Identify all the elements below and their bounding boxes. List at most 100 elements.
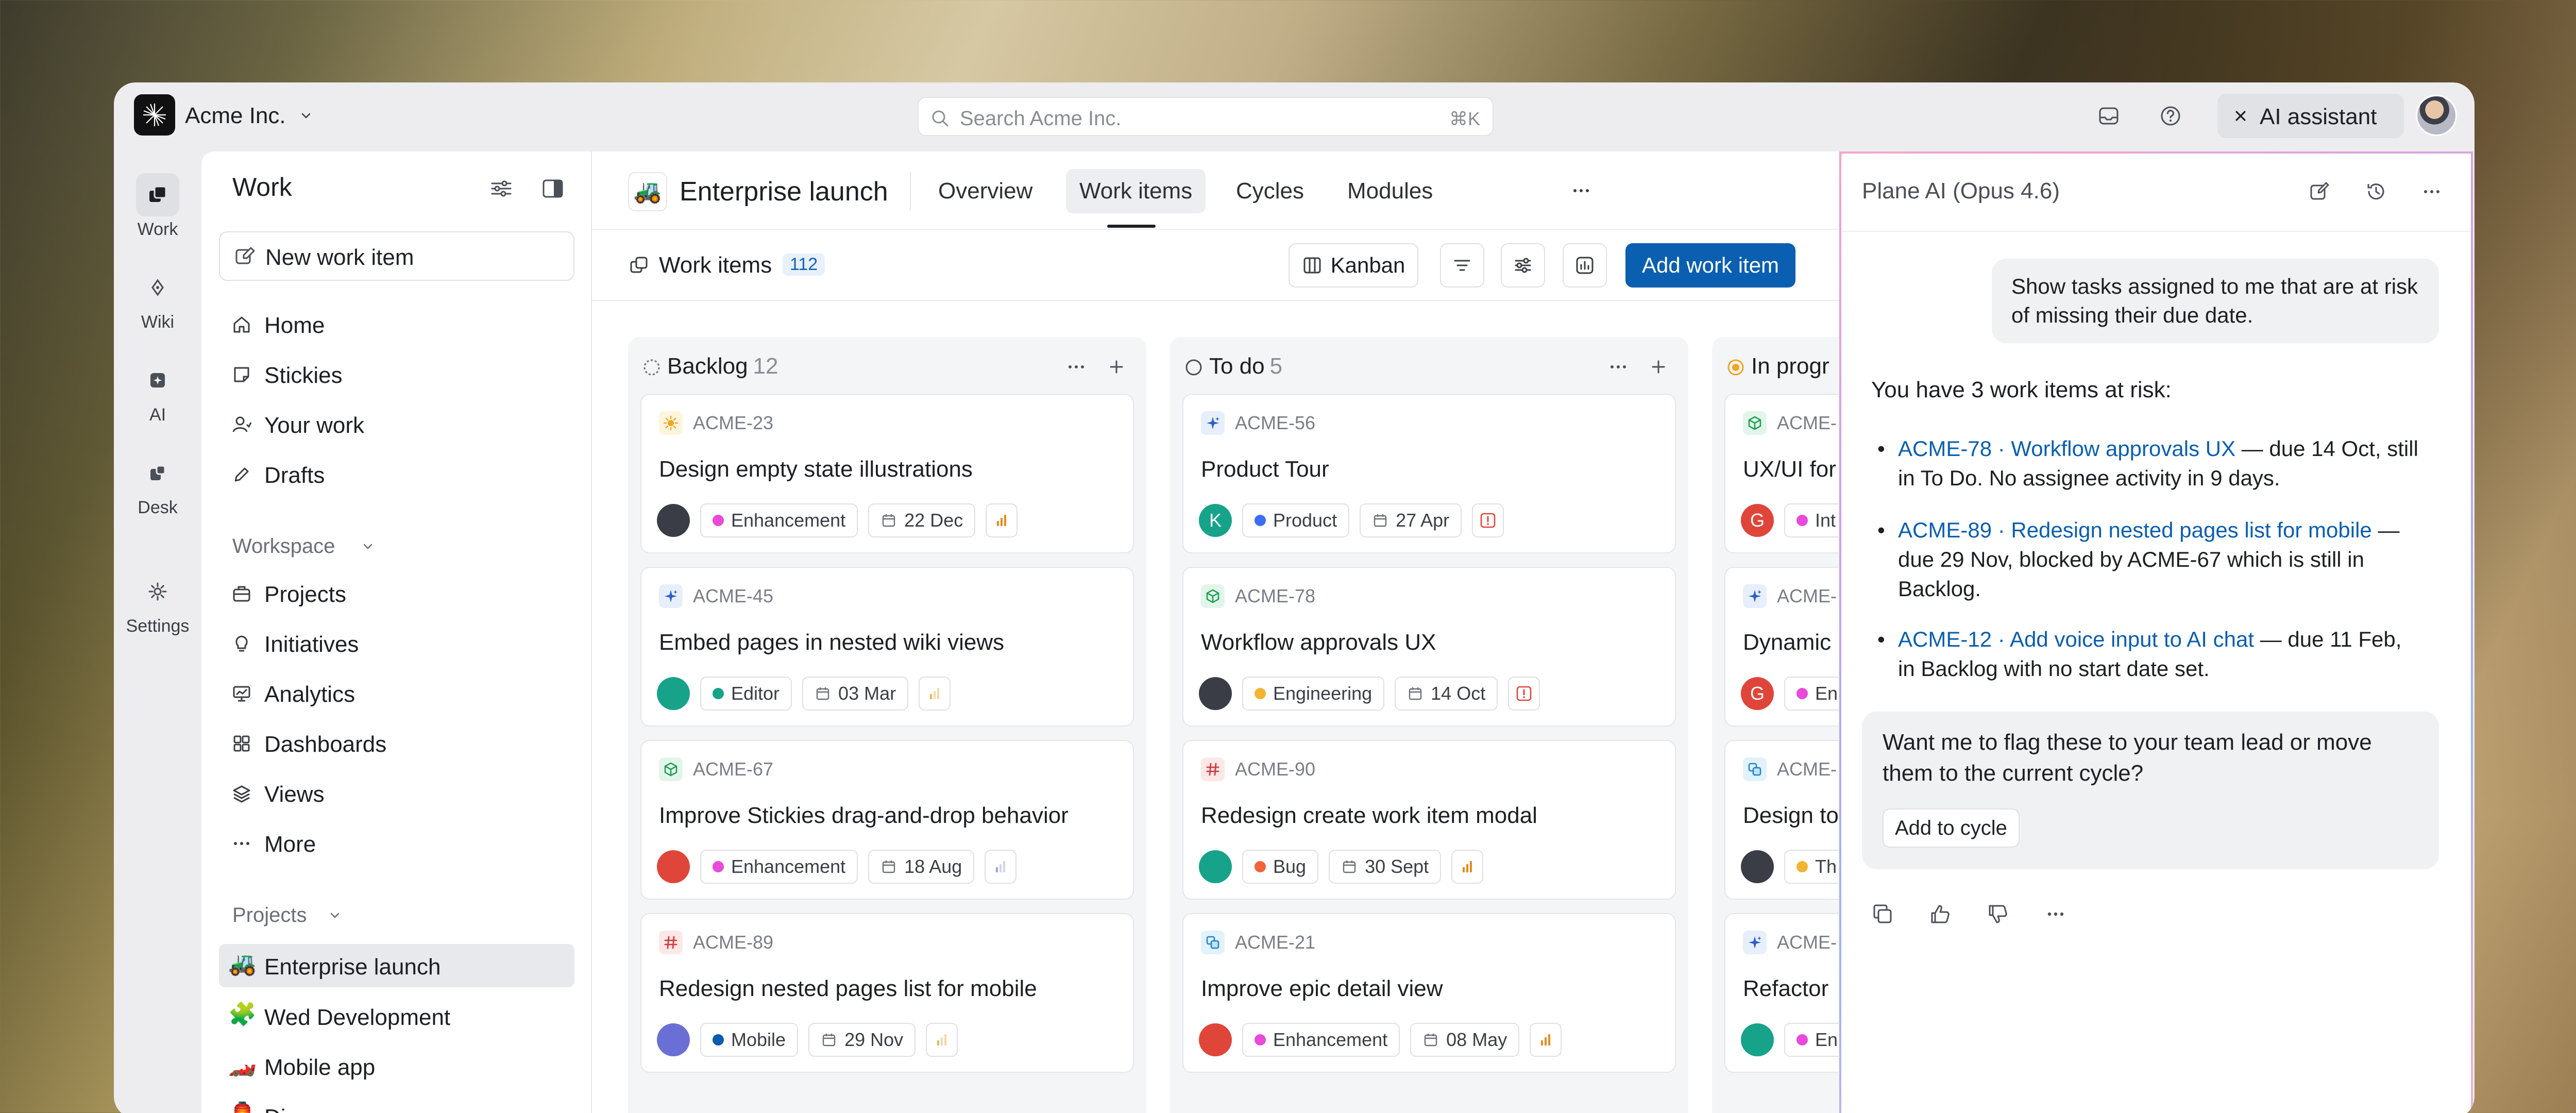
sidebar-item-views[interactable]: Views	[219, 774, 574, 812]
work-item-card[interactable]: ACME- Refactor En	[1724, 913, 1839, 1073]
help-icon[interactable]	[2156, 102, 2185, 130]
assignee-avatar[interactable]	[1741, 1023, 1774, 1056]
more-tabs-button[interactable]	[1563, 169, 1600, 213]
assignee-avatar[interactable]	[1199, 850, 1232, 883]
due-date-pill[interactable]: 14 Oct	[1395, 677, 1498, 711]
label-pill[interactable]: Engineering	[1242, 677, 1385, 711]
add-to-cycle-button[interactable]: Add to cycle	[1883, 808, 2020, 848]
label-pill[interactable]: Mobile	[700, 1023, 799, 1057]
project-title[interactable]: Enterprise launch	[680, 176, 888, 207]
assignee-avatar[interactable]: G	[1741, 504, 1774, 537]
sidebar-item-more[interactable]: More	[219, 824, 574, 862]
work-item-card[interactable]: ACME-21 Improve epic detail view Enhanceme…	[1182, 913, 1676, 1073]
user-avatar[interactable]	[2416, 95, 2457, 136]
assignee-avatar[interactable]	[657, 677, 690, 710]
copy-icon[interactable]	[1866, 898, 1899, 931]
thumbs-down-icon[interactable]	[1981, 898, 2014, 931]
assignee-avatar[interactable]	[1741, 850, 1774, 883]
label-pill[interactable]: Enhancement	[700, 503, 858, 537]
ai-assistant-button[interactable]: AI assistant	[2217, 94, 2404, 138]
label-pill[interactable]: Editor	[700, 677, 792, 711]
sidebar-toggle-icon[interactable]	[539, 175, 566, 202]
inbox-icon[interactable]	[2094, 102, 2123, 130]
work-item-card[interactable]: ACME- UX/UI for G Int	[1724, 394, 1839, 553]
filter-settings-icon[interactable]	[488, 175, 515, 202]
label-pill[interactable]: Enhancement	[1242, 1023, 1400, 1057]
analytics-button[interactable]	[1563, 243, 1607, 288]
work-item-card[interactable]: ACME-67 Improve Stickies drag-and-drop be…	[640, 740, 1134, 900]
filter-button[interactable]	[1440, 243, 1484, 288]
project-icon[interactable]: 🚜	[628, 172, 667, 211]
thumbs-up-icon[interactable]	[1924, 898, 1957, 931]
rail-item-work[interactable]: Work	[114, 173, 201, 240]
priority-button[interactable]	[926, 1023, 958, 1057]
plus-icon[interactable]	[1647, 356, 1670, 378]
sidebar-item-analytics[interactable]: Analytics	[219, 674, 574, 712]
sidebar-project-partial[interactable]: 🏮 Di...	[219, 1094, 574, 1113]
new-chat-icon[interactable]	[2305, 177, 2334, 206]
work-item-link[interactable]: ACME-89 · Redesign nested pages list for…	[1898, 518, 2372, 542]
rail-item-settings[interactable]: Settings	[114, 570, 201, 636]
work-item-card[interactable]: ACME-45 Embed pages in nested wiki views E…	[640, 567, 1134, 727]
org-name[interactable]: Acme Inc.	[185, 103, 286, 129]
due-date-pill[interactable]: 27 Apr	[1360, 503, 1462, 537]
sidebar-project-wed-development[interactable]: 🧩 Wed Development	[219, 994, 574, 1038]
due-date-pill[interactable]: 22 Dec	[868, 503, 976, 537]
work-item-card[interactable]: ACME-90 Redesign create work item modal Bu…	[1182, 740, 1676, 900]
assignee-avatar[interactable]: K	[1199, 504, 1232, 537]
work-item-link[interactable]: ACME-78 · Workflow approvals UX	[1898, 436, 2235, 461]
work-item-card[interactable]: ACME-78 Workflow approvals UX Engineering 1…	[1182, 567, 1676, 727]
ellipsis-icon[interactable]	[1065, 356, 1088, 378]
ellipsis-icon[interactable]	[1607, 356, 1630, 378]
work-item-card[interactable]: ACME- Design to Th	[1724, 740, 1839, 900]
sidebar-item-home[interactable]: Home	[219, 305, 574, 343]
tab-cycles[interactable]: Cycles	[1223, 169, 1317, 213]
label-pill[interactable]: Th	[1784, 850, 1839, 884]
org-logo[interactable]	[134, 94, 175, 136]
label-pill[interactable]: Product	[1242, 503, 1350, 537]
rail-item-ai[interactable]: AI	[114, 359, 201, 425]
assignee-avatar[interactable]	[1199, 677, 1232, 710]
plus-icon[interactable]	[1105, 356, 1128, 378]
work-item-card[interactable]: ACME- Dynamic G En	[1724, 567, 1839, 727]
sidebar-item-initiatives[interactable]: Initiatives	[219, 624, 574, 662]
display-settings-button[interactable]	[1501, 243, 1545, 288]
priority-button[interactable]	[1530, 1023, 1562, 1057]
sidebar-item-your-work[interactable]: Your work	[219, 405, 574, 443]
rail-item-desk[interactable]: Desk	[114, 451, 201, 518]
assignee-avatar[interactable]	[657, 1023, 690, 1056]
projects-section-header[interactable]: Projects	[232, 904, 340, 927]
priority-button[interactable]	[985, 850, 1017, 884]
label-pill[interactable]: En	[1784, 1023, 1839, 1057]
sidebar-item-drafts[interactable]: Drafts	[219, 455, 574, 493]
due-date-pill[interactable]: 03 Mar	[802, 677, 909, 711]
chevron-down-icon[interactable]	[299, 109, 313, 123]
label-pill[interactable]: Int	[1784, 503, 1839, 537]
new-work-item-button[interactable]: New work item	[219, 231, 574, 281]
search-input[interactable]: Search Acme Inc. ⌘K	[918, 97, 1494, 136]
workspace-section-header[interactable]: Workspace	[232, 535, 372, 558]
assignee-avatar[interactable]	[657, 850, 690, 883]
more-options-icon[interactable]	[2417, 177, 2446, 206]
priority-button[interactable]	[1508, 677, 1540, 711]
history-icon[interactable]	[2362, 177, 2391, 206]
due-date-pill[interactable]: 29 Nov	[808, 1023, 916, 1057]
label-pill[interactable]: En	[1784, 677, 1839, 711]
sidebar-item-stickies[interactable]: Stickies	[219, 355, 574, 393]
priority-button[interactable]	[1472, 503, 1504, 537]
work-item-card[interactable]: ACME-89 Redesign nested pages list for mo…	[640, 913, 1134, 1073]
due-date-pill[interactable]: 30 Sept	[1329, 850, 1442, 884]
work-item-link[interactable]: ACME-12 · Add voice input to AI chat	[1898, 627, 2254, 651]
assignee-avatar[interactable]	[657, 504, 690, 537]
label-pill[interactable]: Enhancement	[700, 850, 858, 884]
priority-button[interactable]	[986, 503, 1018, 537]
more-options-icon[interactable]	[2039, 898, 2072, 931]
sidebar-project-mobile-app[interactable]: 🏎️ Mobile app	[219, 1044, 574, 1088]
tab-overview[interactable]: Overview	[925, 169, 1046, 213]
tab-modules[interactable]: Modules	[1334, 169, 1446, 213]
work-item-card[interactable]: ACME-23 Design empty state illustrations E…	[640, 394, 1134, 553]
assignee-avatar[interactable]	[1199, 1023, 1232, 1056]
rail-item-wiki[interactable]: Wiki	[114, 266, 201, 332]
add-work-item-button[interactable]: Add work item	[1625, 243, 1795, 288]
priority-button[interactable]	[919, 677, 951, 711]
